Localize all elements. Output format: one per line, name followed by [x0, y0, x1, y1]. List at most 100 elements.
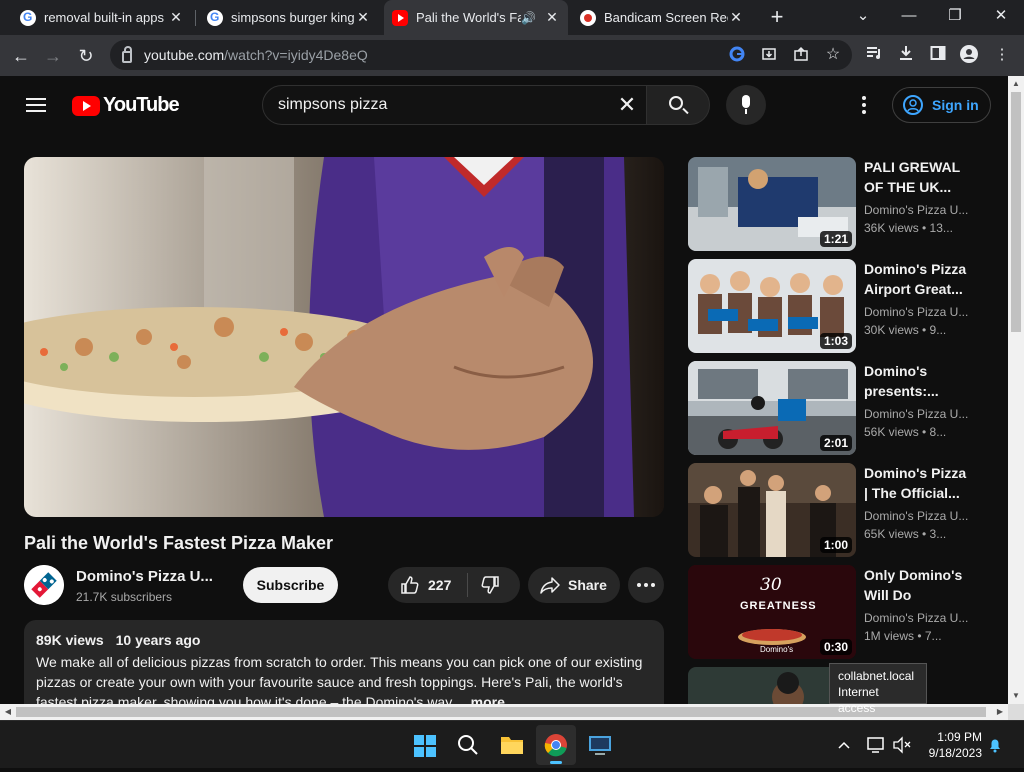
- scroll-up-arrow-icon[interactable]: ▲: [1008, 76, 1024, 92]
- more-actions-button[interactable]: [628, 567, 664, 603]
- related-video[interactable]: 30 GREATNESS Domino's 0:30 Only Domino's…: [688, 565, 988, 659]
- taskbar-clock[interactable]: 1:09 PM 9/18/2023: [920, 729, 982, 761]
- tab-search-chevron-icon[interactable]: ⌄: [848, 4, 878, 28]
- related-meta: 36K views • 13...: [864, 221, 953, 235]
- related-meta: 30K views • 9...: [864, 323, 947, 337]
- windows-taskbar: 1:09 PM 9/18/2023: [0, 720, 1024, 768]
- subscribe-button[interactable]: Subscribe: [243, 567, 338, 603]
- video-thumbnail[interactable]: 1:03: [688, 259, 856, 353]
- video-duration: 1:03: [819, 333, 852, 349]
- related-title[interactable]: Only Domino's Will Do: [864, 565, 970, 605]
- search-query-text[interactable]: simpsons pizza: [278, 96, 607, 114]
- vertical-scrollbar[interactable]: ▲ ▼: [1008, 76, 1024, 704]
- scroll-down-arrow-icon[interactable]: ▼: [1008, 688, 1024, 704]
- related-channel: Domino's Pizza U...: [864, 407, 969, 421]
- file-explorer-button[interactable]: [492, 725, 532, 765]
- clear-search-icon[interactable]: ✕: [607, 92, 647, 118]
- download-icon[interactable]: [896, 45, 916, 65]
- window-close-icon[interactable]: ✕: [986, 4, 1016, 28]
- search-input[interactable]: simpsons pizza ✕: [262, 85, 648, 125]
- share-page-icon[interactable]: [792, 46, 810, 64]
- related-video[interactable]: 2:01 Domino's presents:... Domino's Pizz…: [688, 361, 988, 455]
- tab-pali-video[interactable]: Pali the World's Fa 🔊 ✕: [384, 0, 568, 35]
- google-icon: [207, 9, 223, 26]
- media-queue-icon[interactable]: [865, 45, 885, 65]
- related-title[interactable]: Domino's Pizza Airport Great...: [864, 259, 970, 299]
- like-button[interactable]: 227: [400, 567, 451, 603]
- scrollbar-corner: [1008, 704, 1024, 720]
- show-hidden-icons-chevron-icon[interactable]: [836, 721, 856, 769]
- tab-bandicam[interactable]: Bandicam Screen Reco ✕: [572, 0, 752, 35]
- search-taskbar-button[interactable]: [448, 725, 488, 765]
- search-button[interactable]: [646, 85, 710, 125]
- related-title[interactable]: Domino's Pizza | The Official...: [864, 463, 970, 503]
- share-button[interactable]: Share: [528, 567, 620, 603]
- related-video[interactable]: 1:00 Domino's Pizza | The Official... Do…: [688, 463, 988, 557]
- related-video[interactable]: 1:21 PALI GREWAL OF THE UK... Domino's P…: [688, 157, 988, 251]
- channel-avatar[interactable]: [24, 565, 64, 605]
- address-bar[interactable]: youtube.com/watch?v=iyidy4De8eQ ☆: [110, 40, 852, 70]
- video-player[interactable]: [24, 157, 664, 517]
- hamburger-menu-icon[interactable]: [26, 98, 46, 112]
- video-meta: 89K views 10 years ago: [36, 632, 652, 648]
- forward-arrow-icon[interactable]: →: [40, 43, 66, 69]
- close-icon[interactable]: ✕: [728, 9, 744, 26]
- thumbnail-brand-text: Domino's: [760, 645, 794, 654]
- video-thumbnail[interactable]: 1:00: [688, 463, 856, 557]
- video-thumbnail[interactable]: 1:21: [688, 157, 856, 251]
- install-app-icon[interactable]: [760, 46, 778, 64]
- volume-muted-icon[interactable]: [892, 721, 914, 769]
- youtube-logo[interactable]: YouTube: [72, 94, 180, 117]
- profile-icon[interactable]: [959, 45, 979, 65]
- vertical-scroll-thumb[interactable]: [1011, 92, 1021, 332]
- remote-desktop-button[interactable]: [580, 725, 620, 765]
- google-lens-icon[interactable]: [728, 46, 746, 64]
- video-thumbnail[interactable]: 2:01: [688, 361, 856, 455]
- monitor-app-icon: [589, 736, 611, 755]
- video-duration: 2:01: [819, 435, 852, 451]
- start-button[interactable]: [404, 725, 444, 765]
- related-channel: Domino's Pizza U...: [864, 305, 969, 319]
- related-meta: 56K views • 8...: [864, 425, 947, 439]
- network-icon[interactable]: [866, 721, 888, 769]
- tab-separator: [195, 10, 196, 26]
- close-icon[interactable]: ✕: [544, 9, 560, 26]
- url-text[interactable]: youtube.com/watch?v=iyidy4De8eQ: [144, 47, 368, 63]
- reload-icon[interactable]: ↻: [73, 43, 99, 69]
- tab-title: simpsons burger king: [231, 10, 355, 25]
- related-title[interactable]: Domino's presents:...: [864, 361, 970, 401]
- youtube-icon: [392, 9, 408, 26]
- minimize-icon[interactable]: —: [894, 4, 924, 28]
- scroll-left-arrow-icon[interactable]: ◀: [0, 704, 16, 720]
- related-video[interactable]: 1:03 Domino's Pizza Airport Great... Dom…: [688, 259, 988, 353]
- description-box[interactable]: 89K views 10 years ago We make all of de…: [24, 620, 664, 704]
- video-title: Pali the World's Fastest Pizza Maker: [24, 533, 334, 553]
- related-title[interactable]: PALI GREWAL OF THE UK...: [864, 157, 970, 197]
- speaker-icon[interactable]: 🔊: [521, 11, 536, 25]
- chrome-menu-icon[interactable]: ⋮: [992, 45, 1012, 65]
- close-icon[interactable]: ✕: [355, 9, 371, 26]
- notification-bell-icon[interactable]: [986, 721, 1006, 769]
- voice-search-button[interactable]: [726, 85, 766, 125]
- new-tab-plus-icon[interactable]: +: [766, 6, 788, 28]
- chrome-taskbar-button[interactable]: [536, 725, 576, 765]
- settings-kebab-icon[interactable]: [858, 96, 870, 114]
- back-arrow-icon[interactable]: ←: [8, 43, 34, 69]
- close-icon[interactable]: ✕: [168, 9, 184, 26]
- scroll-right-arrow-icon[interactable]: ▶: [992, 704, 1008, 720]
- sign-in-button[interactable]: Sign in: [892, 87, 991, 123]
- channel-name[interactable]: Domino's Pizza U...: [76, 568, 213, 585]
- bookmark-star-icon[interactable]: ☆: [824, 46, 842, 64]
- video-thumbnail[interactable]: 30 GREATNESS Domino's 0:30: [688, 565, 856, 659]
- dislike-button[interactable]: [480, 575, 500, 600]
- lock-icon[interactable]: [122, 45, 132, 63]
- microphone-icon: [742, 95, 750, 114]
- side-panel-icon[interactable]: [928, 45, 948, 65]
- more-link[interactable]: ...more: [459, 694, 505, 704]
- google-icon: [20, 9, 36, 26]
- restore-icon[interactable]: ❐: [940, 4, 970, 28]
- tab-removal-built-in-apps[interactable]: removal built-in apps ✕: [12, 0, 192, 35]
- like-dislike-bar: 227: [388, 567, 520, 603]
- tab-simpsons-burger-king[interactable]: simpsons burger king ✕: [199, 0, 379, 35]
- thumbs-up-icon: [401, 576, 419, 594]
